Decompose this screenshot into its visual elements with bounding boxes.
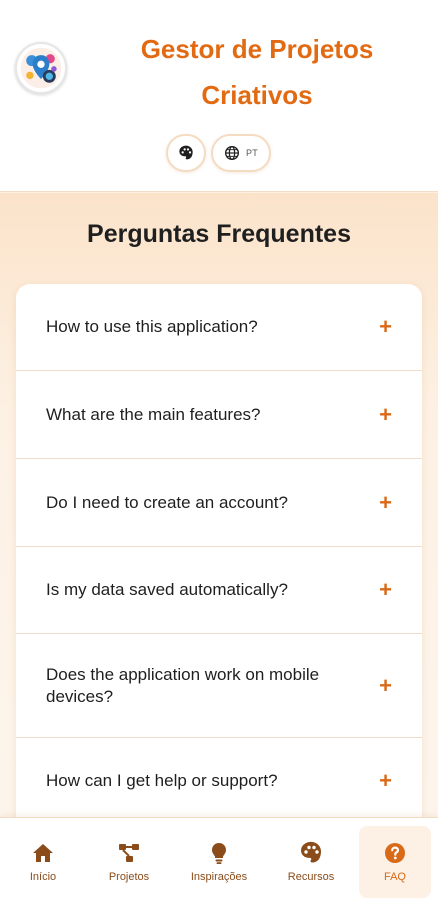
faq-item[interactable]: How to use this application? +: [16, 284, 422, 371]
palette-icon: [301, 841, 321, 863]
header-controls: PT: [0, 134, 438, 172]
expand-plus-icon[interactable]: +: [372, 403, 392, 426]
nav-item-inspiracoes[interactable]: Inspirações: [183, 826, 255, 898]
nav-item-faq[interactable]: FAQ: [359, 826, 431, 898]
app-title-line-1: Gestor de Projetos: [140, 34, 374, 64]
language-code: PT: [245, 148, 259, 158]
nav-label: Recursos: [287, 871, 335, 883]
expand-plus-icon[interactable]: +: [372, 770, 392, 792]
language-selector-button[interactable]: PT: [211, 134, 271, 172]
faq-item[interactable]: How can I get help or support? +: [16, 738, 422, 824]
faq-question: How to use this application?: [46, 317, 258, 336]
nav-label: Inspirações: [190, 871, 248, 883]
expand-plus-icon[interactable]: +: [372, 579, 392, 601]
faq-item[interactable]: What are the main features? +: [16, 371, 422, 459]
faq-item[interactable]: Is my data saved automatically? +: [16, 547, 422, 634]
question-circle-icon: [385, 843, 405, 863]
nav-label: FAQ: [383, 871, 406, 883]
app-title-line-2: Criativos: [201, 80, 313, 110]
globe-icon: [224, 146, 239, 160]
page-title: Perguntas Frequentes: [87, 220, 351, 248]
project-diagram-icon: [119, 844, 139, 862]
expand-plus-icon[interactable]: +: [372, 674, 392, 697]
theme-toggle-button[interactable]: [166, 134, 206, 172]
nav-item-projetos[interactable]: Projetos: [98, 826, 160, 898]
nav-label: Início: [29, 871, 57, 883]
expand-plus-icon[interactable]: +: [372, 316, 392, 338]
palette-icon: [179, 145, 193, 160]
faq-question: How can I get help or support?: [46, 771, 278, 790]
logo-icon[interactable]: [15, 42, 67, 94]
faq-item[interactable]: Does the application work on mobile devi…: [16, 634, 422, 738]
bottom-navigation: Início Projetos Inspirações Recursos FAQ: [0, 817, 438, 900]
nav-label: Projetos: [108, 871, 150, 883]
faq-question: Does the application work on mobile devi…: [46, 664, 320, 706]
app-title: Gestor de Projetos Criativos: [100, 26, 414, 118]
faq-list: How to use this application? + What are …: [16, 284, 422, 824]
faq-question: What are the main features?: [46, 404, 261, 424]
expand-plus-icon[interactable]: +: [372, 491, 392, 514]
nav-item-inicio[interactable]: Início: [12, 826, 74, 898]
home-icon: [33, 844, 53, 862]
nav-item-recursos[interactable]: Recursos: [279, 826, 343, 898]
faq-question: Do I need to create an account?: [46, 492, 288, 512]
app-header: Gestor de Projetos Criativos PT: [0, 0, 438, 192]
faq-item[interactable]: Do I need to create an account? +: [16, 459, 422, 547]
lightbulb-icon: [212, 843, 226, 864]
faq-question: Is my data saved automatically?: [46, 580, 288, 599]
